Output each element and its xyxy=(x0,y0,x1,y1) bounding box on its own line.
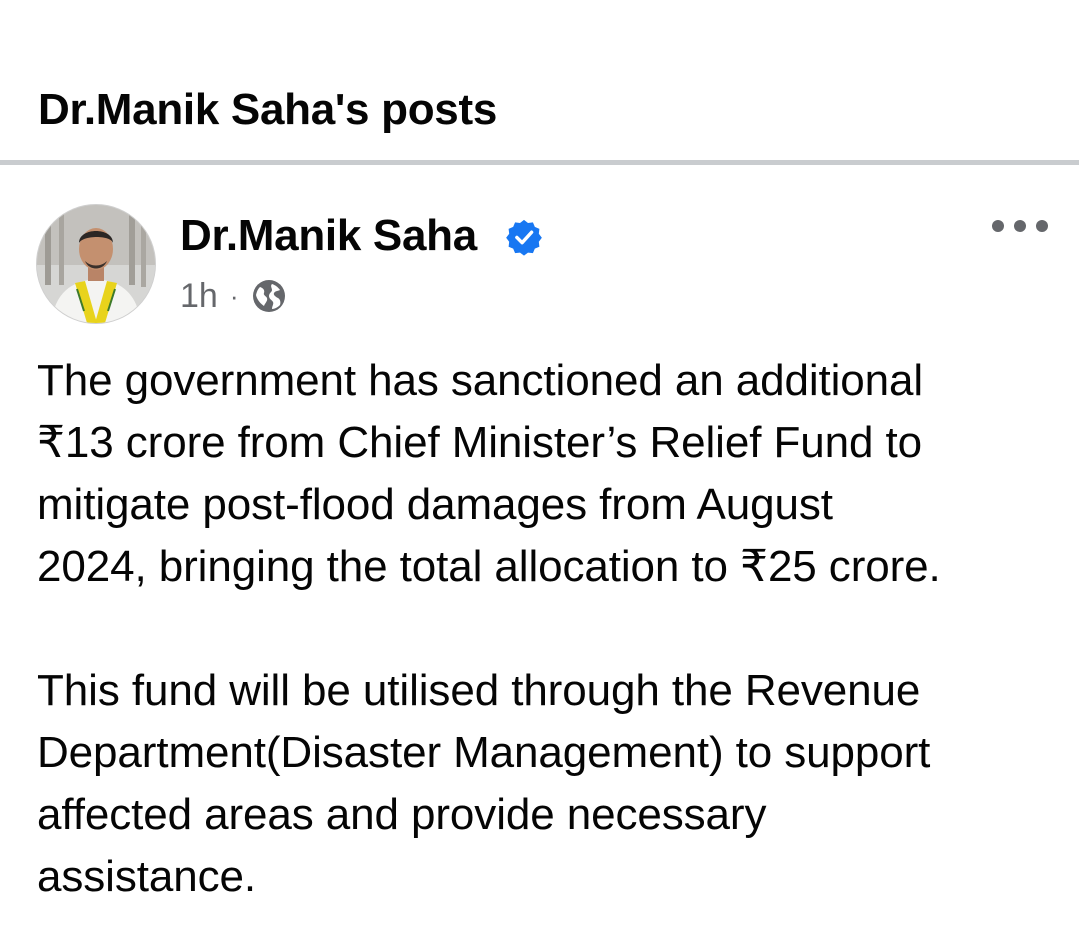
post-timestamp[interactable]: 1h xyxy=(180,276,218,316)
more-options-button[interactable] xyxy=(988,206,1052,246)
post-body: The government has sanctioned an additio… xyxy=(37,350,1067,908)
post-meta: 1h · xyxy=(180,274,287,318)
author-name[interactable]: Dr.Manik Saha xyxy=(180,210,477,262)
post-paragraph: The government has sanctioned an additio… xyxy=(37,356,941,591)
post-paragraph: This fund will be utilised through the R… xyxy=(37,666,931,901)
header-divider xyxy=(0,160,1079,165)
verified-badge-icon xyxy=(506,219,542,256)
avatar[interactable] xyxy=(37,205,155,323)
avatar-image xyxy=(37,205,155,323)
globe-icon xyxy=(252,280,285,312)
more-options-icon xyxy=(992,220,1048,232)
meta-separator: · xyxy=(229,281,239,311)
page-title: Dr.Manik Saha's posts xyxy=(38,85,497,134)
